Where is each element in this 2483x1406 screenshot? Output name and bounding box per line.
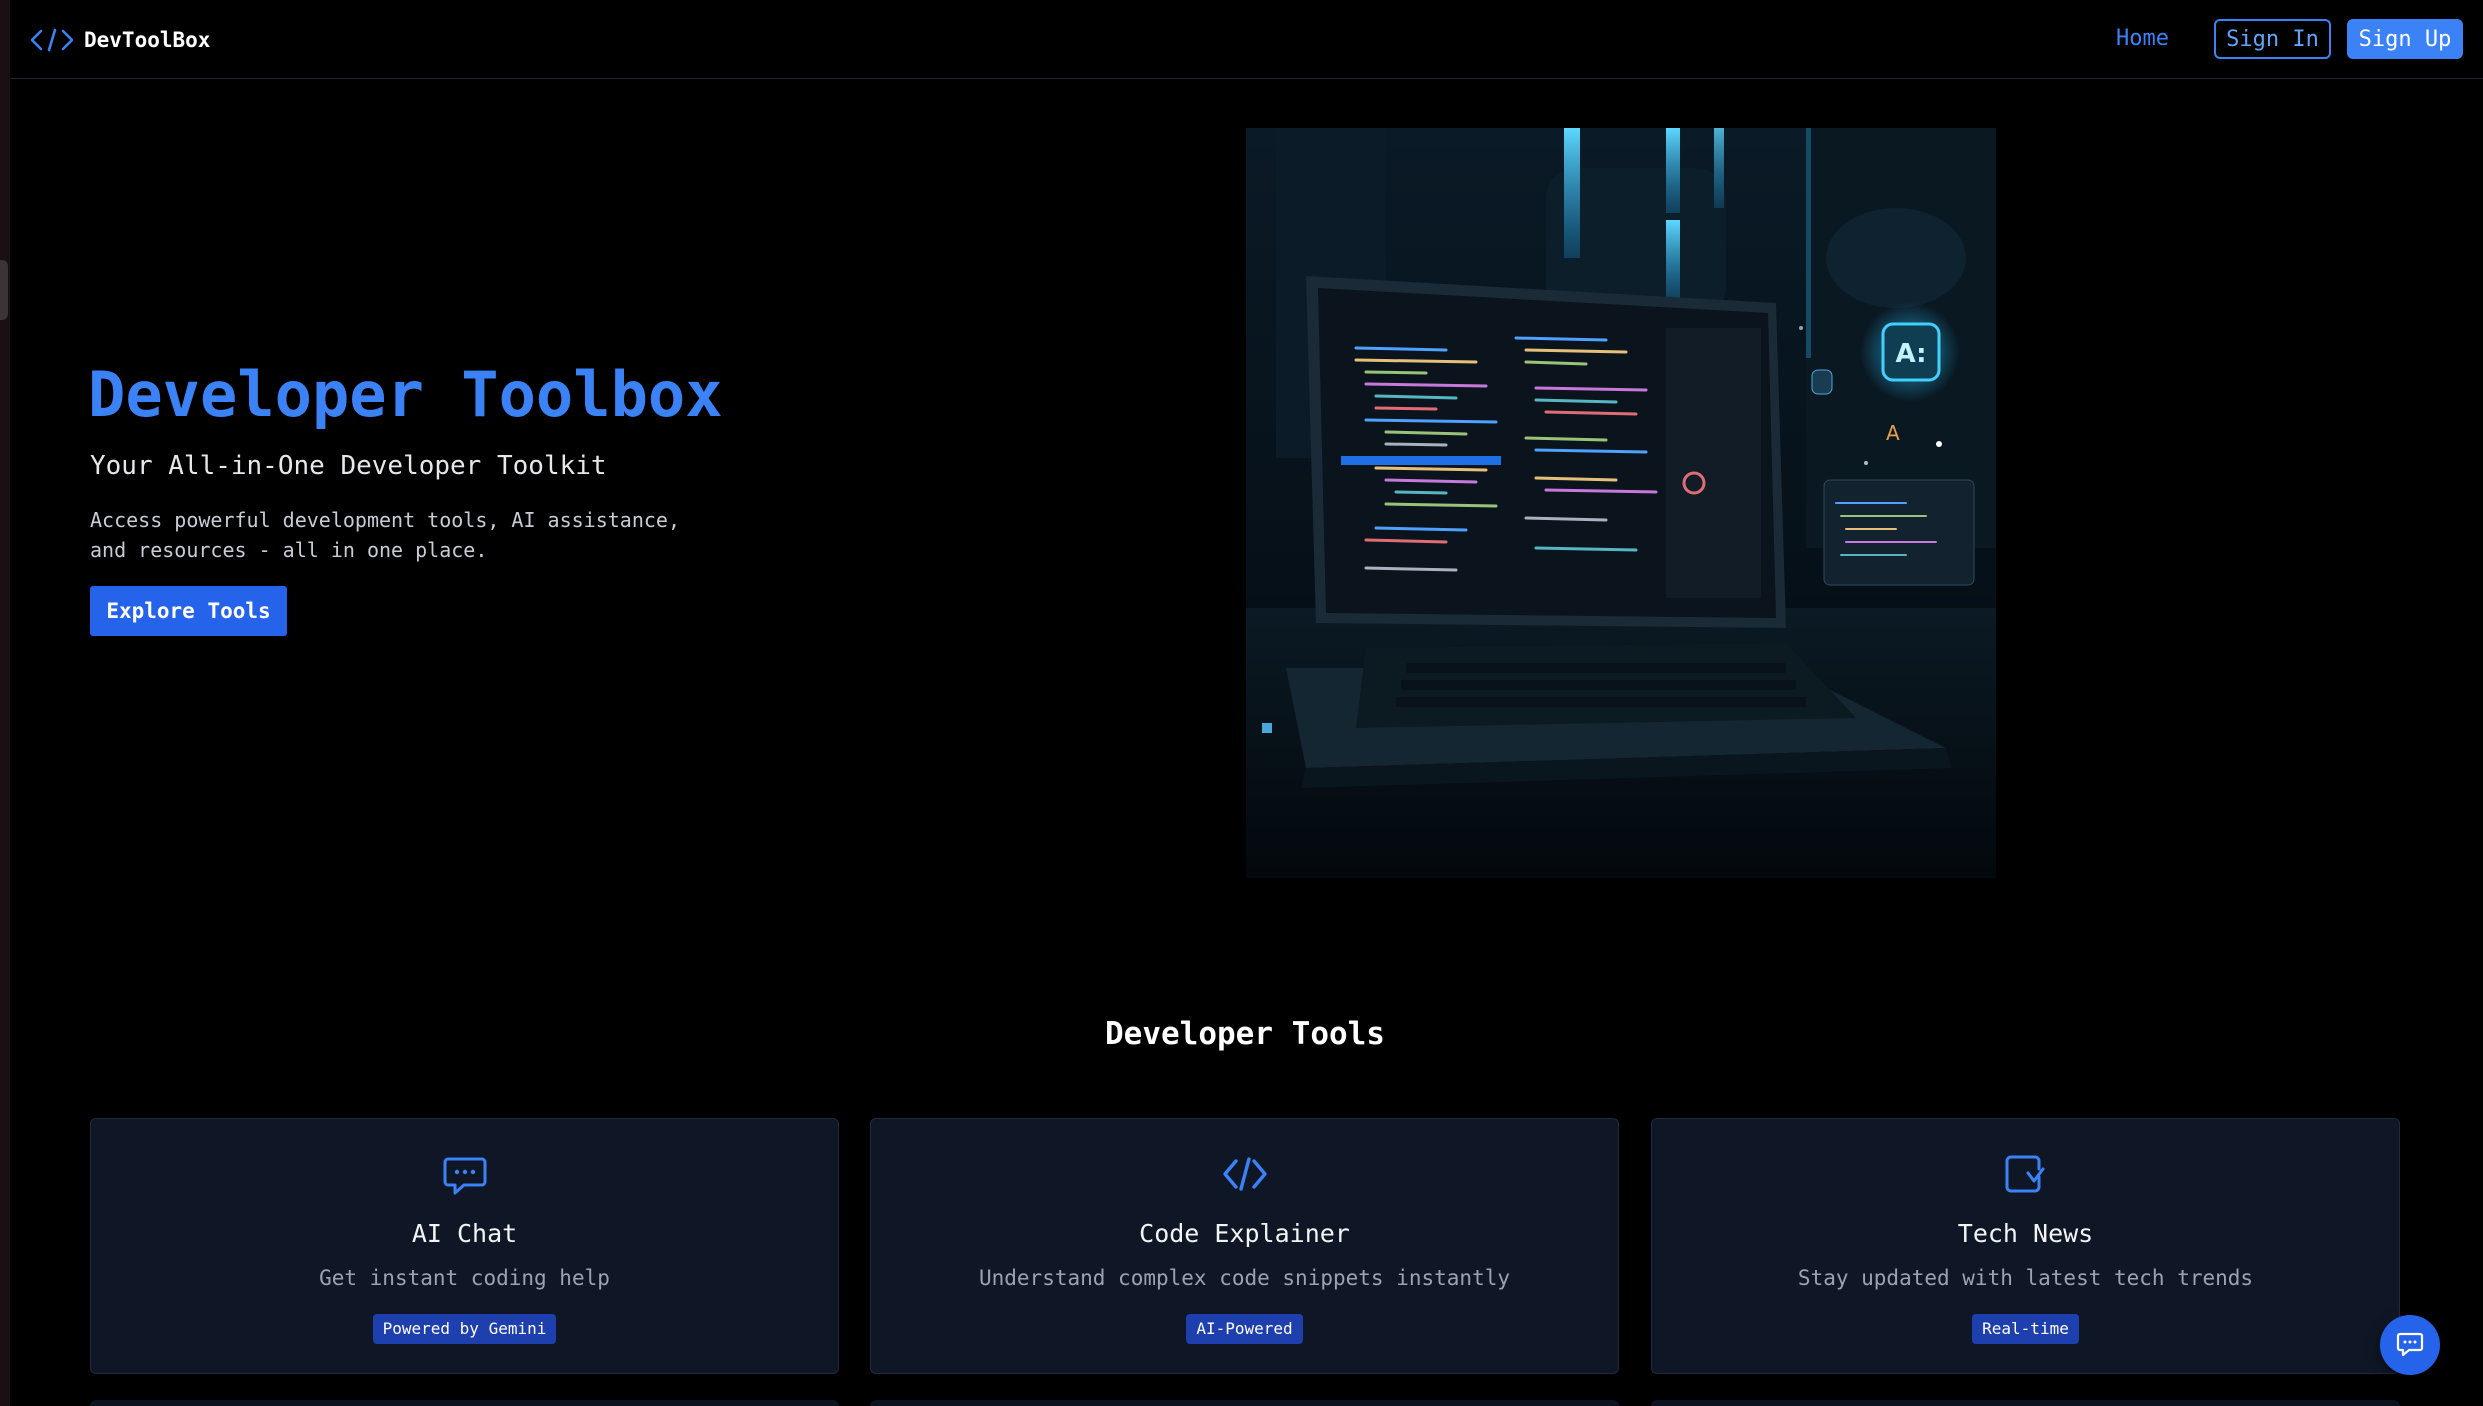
next-row-card-edge [90,1400,839,1406]
tool-card-title: Code Explainer [1139,1219,1350,1248]
sign-in-button[interactable]: Sign In [2214,19,2331,59]
hero-description: Access powerful development tools, AI as… [90,508,681,562]
side-drawer-handle[interactable] [0,260,8,320]
next-row-card-edge [870,1400,1619,1406]
tool-card-tech-news[interactable]: Tech News Stay updated with latest tech … [1651,1118,2400,1374]
tool-card-badge: AI-Powered [1186,1314,1303,1344]
hero-subtitle: Your All-in-One Developer Toolkit [90,451,607,481]
tool-card-badge: Powered by Gemini [372,1314,557,1344]
svg-text:A:: A: [1895,339,1926,369]
floating-chat-button[interactable] [2380,1315,2440,1375]
code-brackets-icon [30,28,74,52]
section-title-developer-tools: Developer Tools [1105,1016,1385,1052]
chat-bubble-icon [2396,1329,2424,1361]
tool-card-title: Tech News [1957,1219,2094,1248]
brand-name: DevToolBox [84,28,211,52]
tool-card-description: Stay updated with latest tech trends [1797,1266,2254,1290]
tool-card-badge: Real-time [1972,1314,2079,1344]
tool-card-code-explainer[interactable]: Code Explainer Understand complex code s… [870,1118,1619,1374]
explore-tools-button[interactable]: Explore Tools [90,586,287,636]
left-window-edge [0,0,10,1406]
top-navbar: DevToolBox Home Sign In Sign Up [10,0,2483,79]
svg-text:A: A [1886,421,1900,445]
sign-up-button[interactable]: Sign Up [2347,19,2463,59]
hero-laptop-image: A: A [1246,128,1996,878]
chat-bubble-icon [442,1151,488,1197]
hero-title: Developer Toolbox [88,358,723,431]
news-icon [2003,1151,2049,1197]
tool-card-ai-chat[interactable]: AI Chat Get instant coding help Powered … [90,1118,839,1374]
code-icon [1222,1151,1268,1197]
tool-card-description: Get instant coding help [319,1266,610,1290]
brand-logo[interactable]: DevToolBox [30,22,210,58]
next-row-card-edge [1651,1400,2400,1406]
tool-card-title: AI Chat [411,1219,518,1248]
tool-card-description: Understand complex code snippets instant… [978,1266,1510,1290]
nav-home-link[interactable]: Home [2116,20,2169,58]
